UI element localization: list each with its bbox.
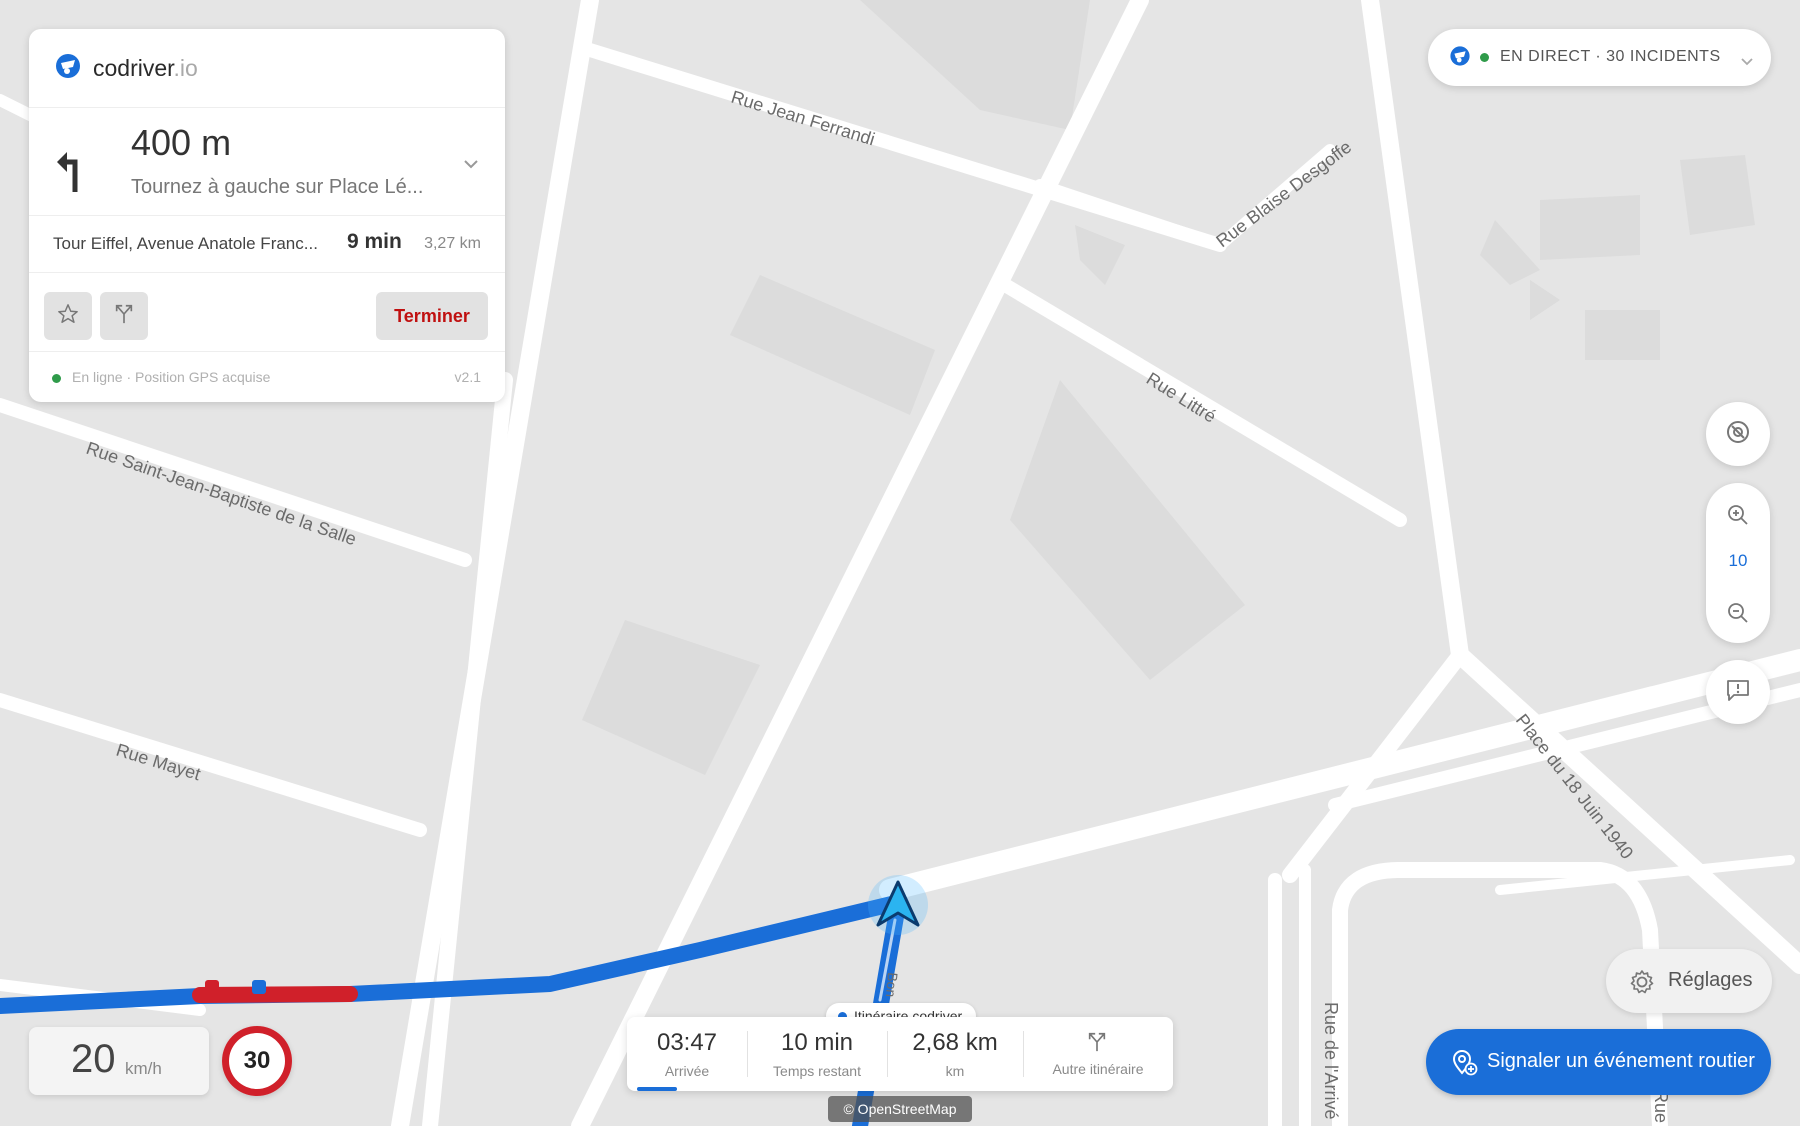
zoom-in-icon: [1726, 505, 1750, 531]
brand: codriver.io: [53, 51, 198, 86]
remaining-time-value: 10 min: [780, 1029, 854, 1056]
status-text: En ligne · Position GPS acquise: [72, 369, 271, 385]
report-issue-button[interactable]: [1706, 660, 1770, 724]
brand-name: codriver: [93, 55, 174, 81]
remaining-distance: 2,68 km km: [887, 1017, 1023, 1091]
street-label: Bon: [883, 972, 901, 998]
compass-icon: [1725, 419, 1751, 450]
logo-icon: [53, 51, 83, 86]
navigation-panel: codriver.io 400 m Tournez à gauche sur P…: [29, 29, 505, 402]
logo-icon: [1448, 44, 1472, 73]
brand-tld: .io: [173, 55, 198, 81]
zoom-level: 10: [1728, 551, 1748, 570]
chevron-down-icon: [1741, 53, 1753, 71]
current-speed: 20 km/h: [29, 1027, 209, 1095]
app-version: v2.1: [454, 369, 481, 385]
alternative-route-button[interactable]: Autre itinéraire: [1023, 1017, 1173, 1091]
zoom-out-button[interactable]: [1726, 601, 1750, 630]
zoom-out-icon: [1726, 603, 1750, 629]
chevron-down-icon[interactable]: [463, 156, 479, 174]
route-summary-row: Tour Eiffel, Avenue Anatole Franc... 9 m…: [29, 215, 505, 273]
route-distance: 3,27 km: [424, 235, 481, 252]
alternative-route-label: Autre itinéraire: [1052, 1061, 1144, 1077]
map-attribution[interactable]: © OpenStreetMap: [828, 1096, 972, 1122]
turn-left-icon: [57, 146, 85, 199]
live-incidents-label: EN DIRECT · 30 INCIDENTS: [1500, 48, 1721, 65]
remaining-distance-label: km: [945, 1063, 965, 1079]
settings-button[interactable]: Réglages: [1606, 949, 1772, 1013]
alternative-route-button[interactable]: [100, 292, 148, 340]
report-road-event-button[interactable]: Signaler un événement routier: [1426, 1029, 1771, 1095]
favorite-button[interactable]: [44, 292, 92, 340]
zoom-control: 10: [1706, 483, 1770, 643]
street-label: Rue de l'Arrivé: [1321, 1002, 1341, 1119]
end-navigation-button[interactable]: Terminer: [376, 292, 488, 340]
location-add-icon: [1450, 1048, 1478, 1081]
fork-route-icon: [1086, 1031, 1108, 1058]
remaining-time-label: Temps restant: [773, 1063, 861, 1079]
arrival-time-label: Arrivée: [664, 1063, 710, 1079]
arrival-time: 03:47 Arrivée: [627, 1017, 747, 1091]
speed-value: 20: [71, 1037, 116, 1081]
feedback-icon: [1725, 677, 1751, 708]
fork-route-icon: [113, 303, 135, 330]
online-indicator: [52, 374, 61, 383]
settings-label: Réglages: [1668, 969, 1753, 991]
connection-status: En ligne · Position GPS acquise v2.1: [29, 351, 505, 403]
trip-progress-bar: [637, 1087, 677, 1091]
star-icon: [57, 303, 79, 330]
live-incidents-pill[interactable]: EN DIRECT · 30 INCIDENTS: [1428, 29, 1771, 86]
remaining-distance-value: 2,68 km: [912, 1029, 998, 1056]
recenter-button[interactable]: [1706, 402, 1770, 466]
incident-marker[interactable]: [205, 980, 219, 994]
route-duration: 9 min: [347, 230, 402, 253]
remaining-time: 10 min Temps restant: [747, 1017, 887, 1091]
trip-summary: 03:47 Arrivée 10 min Temps restant 2,68 …: [627, 1017, 1173, 1091]
gear-icon: [1628, 968, 1656, 1001]
destination: Tour Eiffel, Avenue Anatole Franc...: [53, 234, 318, 253]
speed-unit: km/h: [125, 1059, 162, 1078]
route-actions: Terminer: [29, 272, 505, 351]
speed-limit-sign: 30: [222, 1026, 292, 1096]
report-label: Signaler un événement routier: [1487, 1050, 1755, 1072]
maneuver-distance: 400 m: [131, 122, 232, 163]
live-indicator: [1480, 53, 1489, 62]
maneuver-instruction: Tournez à gauche sur Place Lé...: [131, 176, 424, 198]
camera-marker[interactable]: [252, 980, 266, 994]
arrival-time-value: 03:47: [656, 1029, 718, 1056]
zoom-in-button[interactable]: [1726, 503, 1750, 532]
